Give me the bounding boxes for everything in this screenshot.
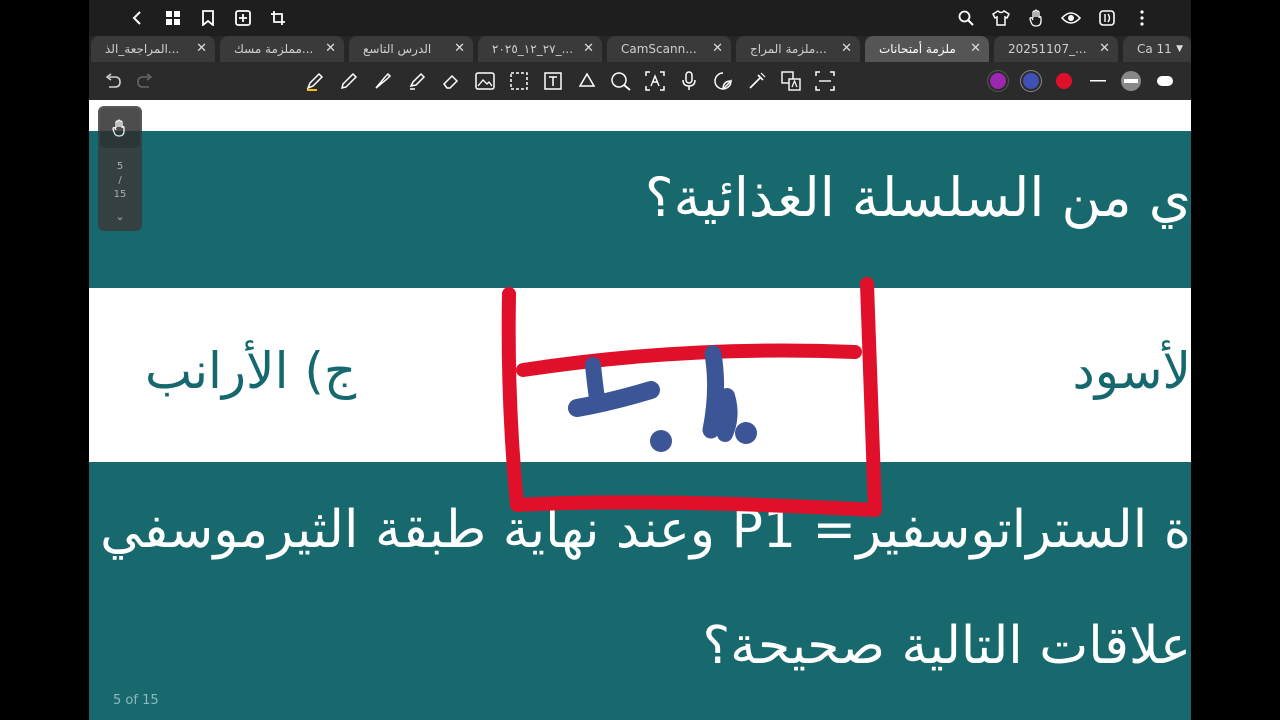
close-icon[interactable]: ✕	[841, 36, 852, 62]
ink-annotation-layer	[501, 277, 882, 517]
tab-3[interactable]: الدرس التاسع ✕	[349, 36, 473, 62]
text-icon[interactable]	[541, 69, 565, 93]
redo-icon[interactable]	[133, 69, 157, 93]
tab-strip: المراجعة_الذ... ✕ مملزمة مسك... ✕ الدرس …	[89, 36, 1191, 62]
document-page[interactable]: ي من السلسلة الغذائية؟ ج) الأرانب لأسود …	[89, 100, 1191, 720]
medium-stroke-icon[interactable]	[1119, 69, 1143, 93]
tab-6[interactable]: ملزمة المراج... ✕	[736, 36, 860, 62]
hand-icon[interactable]	[1026, 8, 1046, 28]
crop-icon[interactable]	[268, 8, 288, 28]
undo-icon[interactable]	[101, 69, 125, 93]
pencil-icon[interactable]	[337, 69, 361, 93]
close-icon[interactable]: ✕	[970, 36, 981, 62]
close-icon[interactable]: ✕	[712, 36, 723, 62]
lasso-icon[interactable]	[507, 69, 531, 93]
tab-label: الدرس التاسع	[363, 42, 432, 56]
color-red-swatch[interactable]	[1056, 73, 1072, 89]
eye-icon[interactable]	[1061, 8, 1081, 28]
tab-5[interactable]: CamScann... ✕	[607, 36, 731, 62]
ocr-icon[interactable]	[813, 69, 837, 93]
highlighter-icon[interactable]	[405, 69, 429, 93]
sticker-icon[interactable]	[711, 69, 735, 93]
page-navigator: 5 / 15 ⌄	[98, 106, 142, 231]
tab-7-active[interactable]: ملزمة أمتحانات ✕	[865, 36, 989, 62]
tab-label: ملزمة المراج...	[750, 42, 827, 56]
shape-icon[interactable]	[575, 69, 599, 93]
thin-stroke-icon[interactable]	[1086, 69, 1110, 93]
close-icon[interactable]: ✕	[1099, 36, 1110, 62]
tab-label: CamScann...	[621, 42, 697, 56]
color-purple-swatch[interactable]	[990, 73, 1006, 89]
close-icon[interactable]: ✕	[454, 36, 465, 62]
tab-label: المراجعة_الذ...	[105, 42, 180, 56]
bookmark-icon[interactable]	[198, 8, 218, 28]
back-icon[interactable]	[127, 8, 147, 28]
tab-label: Ca 11	[1137, 42, 1172, 56]
top-bar	[89, 0, 1191, 36]
search-icon[interactable]	[956, 8, 976, 28]
chevron-down-icon[interactable]: ▼	[1176, 36, 1183, 62]
current-page-number: 5	[116, 161, 124, 172]
close-icon[interactable]: ✕	[325, 36, 336, 62]
tab-label: مملزمة مسك...	[234, 42, 314, 56]
page-indicator: 5 of 15	[113, 693, 159, 708]
tab-2[interactable]: مملزمة مسك... ✕	[220, 36, 344, 62]
tab-1[interactable]: المراجعة_الذ... ✕	[91, 36, 215, 62]
translate-icon[interactable]	[779, 69, 803, 93]
tab-4[interactable]: ۲۰۲٥_۱۲_۲۷_... ✕	[478, 36, 602, 62]
chevron-down-icon[interactable]: ⌄	[98, 210, 142, 223]
tab-overflow[interactable]: Ca 11 ▼	[1123, 36, 1191, 62]
red-box-annotation	[501, 277, 882, 517]
grid-icon[interactable]	[163, 8, 183, 28]
add-page-icon[interactable]	[233, 8, 253, 28]
close-icon[interactable]: ✕	[196, 36, 207, 62]
reader-icon[interactable]	[1097, 8, 1117, 28]
shirt-icon[interactable]	[991, 8, 1011, 28]
text-recognition-icon[interactable]	[643, 69, 667, 93]
close-icon[interactable]: ✕	[583, 36, 594, 62]
more-icon[interactable]	[1132, 8, 1152, 28]
fountain-pen-icon[interactable]	[371, 69, 395, 93]
page-separator: /	[118, 175, 122, 186]
thick-stroke-icon[interactable]	[1153, 69, 1177, 93]
hand-tool-button[interactable]	[100, 108, 140, 148]
tab-label: ملزمة أمتحانات	[879, 42, 956, 56]
microphone-icon[interactable]	[677, 69, 701, 93]
tab-8[interactable]: 20251107_... ✕	[994, 36, 1118, 62]
annotation-toolbar	[89, 62, 1191, 100]
pen-icon[interactable]	[303, 69, 327, 93]
color-blue-swatch[interactable]	[1023, 73, 1039, 89]
laser-pointer-icon[interactable]	[745, 69, 769, 93]
app-window: المراجعة_الذ... ✕ مملزمة مسك... ✕ الدرس …	[89, 0, 1191, 720]
eraser-icon[interactable]	[439, 69, 463, 93]
blue-handwriting-annotation	[568, 345, 757, 452]
ocr-search-icon[interactable]	[609, 69, 633, 93]
tab-label: ۲۰۲٥_۱۲_۲۷_...	[492, 42, 574, 56]
image-icon[interactable]	[473, 69, 497, 93]
total-pages-number: 15	[113, 189, 127, 200]
tab-label: 20251107_...	[1008, 42, 1087, 56]
